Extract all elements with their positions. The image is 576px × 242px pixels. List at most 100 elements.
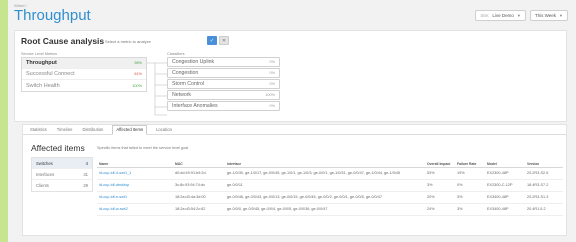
confirm-button[interactable]: ✓ — [207, 36, 217, 45]
rca-hint: Select a metric to analyze — [105, 39, 151, 44]
check-icon: ✓ — [209, 37, 215, 44]
metric-value: 100% — [132, 83, 142, 88]
item-type-count: 29 — [83, 183, 88, 188]
item-type-switches[interactable]: Switches 4 — [32, 158, 92, 169]
item-type-count: 31 — [83, 171, 88, 177]
switch-name-link[interactable]: ld-cup-idf-e-swt1 — [97, 191, 173, 204]
site-select-value: Live Demo — [492, 13, 514, 18]
metric-label: Throughput — [26, 60, 57, 66]
root-cause-analysis-card: Root Cause analysis Select a metric to a… — [14, 30, 567, 122]
metric-switch-health[interactable]: Switch Health 100% — [22, 80, 146, 91]
classifier-storm-control[interactable]: Storm Control 0% — [167, 79, 280, 89]
table-row[interactable]: ld-cup-idf-e-swt1 18:2a:d3:4a:3d:00 ge-0… — [97, 191, 563, 204]
model-cell: EX2300-48P — [485, 167, 525, 180]
item-type-label: Interfaces — [36, 171, 55, 177]
page-title: Throughput — [14, 7, 91, 24]
column-header-interface[interactable]: Interface — [225, 157, 425, 168]
model-cell: EX2300-C-12P — [485, 179, 525, 192]
site-select-prefix: Site: — [480, 13, 490, 18]
classifier-congestion[interactable]: Congestion 0% — [167, 68, 280, 78]
classifier-label: Network — [172, 92, 192, 98]
edge-accent-bar — [0, 0, 8, 242]
tab-distribution[interactable]: Distribution — [81, 127, 104, 134]
column-header-model[interactable]: Model — [485, 157, 525, 168]
classifiers-column-header: Classifiers — [167, 52, 185, 56]
site-select[interactable]: Site: Live Demo ▼ — [475, 10, 526, 21]
failure-rate-cell: 3% — [455, 191, 485, 204]
classifier-label: Interface Anomalies — [172, 103, 218, 109]
classifier-label: Congestion — [172, 70, 199, 76]
tab-location[interactable]: Location — [155, 127, 173, 134]
metric-label: Successful Connect — [26, 71, 75, 77]
switch-name-link[interactable]: ld-cup-idf-4-swt1_1 — [97, 167, 173, 180]
item-type-clients[interactable]: Clients 29 — [32, 180, 92, 191]
cancel-button[interactable]: ✕ — [219, 36, 229, 45]
mac-cell: 3c:8c:93:94:74:dc — [173, 179, 225, 192]
item-type-list: Switches 4 Interfaces 31 Clients 29 — [31, 157, 93, 192]
overall-impact-cell: 20% — [425, 191, 455, 204]
affected-items-table: Name MAC Interface Overall Impact Failur… — [97, 157, 563, 216]
column-header-overall-impact[interactable]: Overall Impact — [425, 157, 455, 168]
item-type-interfaces[interactable]: Interfaces 31 — [32, 169, 92, 180]
switch-name-link[interactable]: ld-cup-idf-w-swt2 — [97, 203, 173, 216]
overall-impact-cell: 24% — [425, 203, 455, 216]
chevron-down-icon: ▼ — [559, 13, 563, 18]
classifier-label: Storm Control — [172, 81, 204, 87]
classifier-value: 0% — [269, 82, 276, 86]
main-page: Wired / Throughput Site: Live Demo ▼ Thi… — [8, 0, 576, 242]
version-cell: 20.2R3-S2.6 — [525, 167, 563, 180]
metric-successful-connect[interactable]: Successful Connect 61% — [22, 69, 146, 80]
overall-impact-cell: 3% — [425, 179, 455, 192]
close-icon: ✕ — [221, 37, 227, 44]
classifier-network[interactable]: Network 100% — [167, 90, 280, 100]
classifier-connector-lines — [147, 62, 167, 116]
tab-affected-items[interactable]: Affected Items — [112, 125, 148, 135]
tab-statistics[interactable]: Statistics — [29, 127, 48, 134]
time-range-value: This Week — [534, 13, 557, 18]
classifier-value: 0% — [269, 71, 276, 75]
classifier-interface-anomalies[interactable]: Interface Anomalies 0% — [167, 101, 280, 111]
model-cell: EX3400-48P — [485, 203, 525, 216]
version-cell: 20.2R3-S1.3 — [525, 191, 563, 204]
metric-value: 98% — [134, 61, 142, 65]
rca-title: Root Cause analysis — [21, 36, 105, 46]
time-range-select[interactable]: This Week ▼ — [529, 10, 568, 21]
column-header-version[interactable]: Version — [525, 157, 563, 168]
mac-cell: 18:2a:d3:54:2c:62 — [173, 203, 225, 216]
failure-rate-cell: 19% — [455, 167, 485, 180]
table-row[interactable]: ld-cup-idf-desktop 3c:8c:93:94:74:dc ge-… — [97, 179, 563, 192]
affected-items-hint: Specific items that failed to meet the s… — [97, 146, 189, 150]
filter-bar: Site: Live Demo ▼ This Week ▼ — [475, 10, 568, 21]
item-type-count: 4 — [85, 160, 88, 166]
metric-value: 61% — [134, 72, 142, 76]
classifier-congestion-uplink[interactable]: Congestion Uplink 0% — [167, 57, 280, 67]
classifier-value: 0% — [269, 60, 276, 64]
classifier-value: 100% — [265, 93, 275, 97]
interface-cell: ge-0/0/11 — [225, 179, 425, 192]
interface-cell: ge-0/0/0, ge-0/0/45, ge-0/0/4, ge-0/0/5,… — [225, 203, 425, 216]
details-panel: Statistics Timeline Distribution Affecte… — [22, 124, 567, 236]
column-header-failure-rate[interactable]: Failure Rate — [455, 157, 485, 168]
table-row[interactable]: ld-cup-idf-4-swt1_1 d0:dd:49:91:b5:2d ge… — [97, 167, 563, 180]
metrics-column-header: Service Level Metrics — [21, 52, 58, 56]
failure-rate-cell: 0% — [455, 179, 485, 192]
column-header-name[interactable]: Name — [97, 157, 173, 168]
version-cell: 20.4R1.5.2 — [525, 203, 563, 216]
tab-timeline[interactable]: Timeline — [56, 127, 74, 134]
classifier-list: Congestion Uplink 0% Congestion 0% Storm… — [167, 57, 280, 112]
mac-cell: d0:dd:49:91:b5:2d — [173, 167, 225, 180]
item-type-label: Clients — [36, 183, 49, 188]
model-cell: EX3400-48P — [485, 191, 525, 204]
mac-cell: 18:2a:d3:4a:3d:00 — [173, 191, 225, 204]
affected-items-title: Affected items — [31, 143, 85, 153]
overall-impact-cell: 53% — [425, 167, 455, 180]
interface-cell: ge-1/0/30, ge-1/0/17, ge-0/0/45, ge-1/0/… — [225, 167, 425, 180]
switch-name-link[interactable]: ld-cup-idf-desktop — [97, 179, 173, 192]
table-row[interactable]: ld-cup-idf-w-swt2 18:2a:d3:54:2c:62 ge-0… — [97, 203, 563, 216]
metric-throughput[interactable]: Throughput 98% — [22, 58, 146, 69]
tab-bar: Statistics Timeline Distribution Affecte… — [23, 125, 566, 135]
column-header-mac[interactable]: MAC — [173, 157, 225, 168]
interface-cell: ge-0/0/46, ge-0/0/43, ge-0/0/13, ge-0/0/… — [225, 191, 425, 204]
table-header-row: Name MAC Interface Overall Impact Failur… — [97, 157, 563, 168]
classifier-label: Congestion Uplink — [172, 59, 215, 65]
